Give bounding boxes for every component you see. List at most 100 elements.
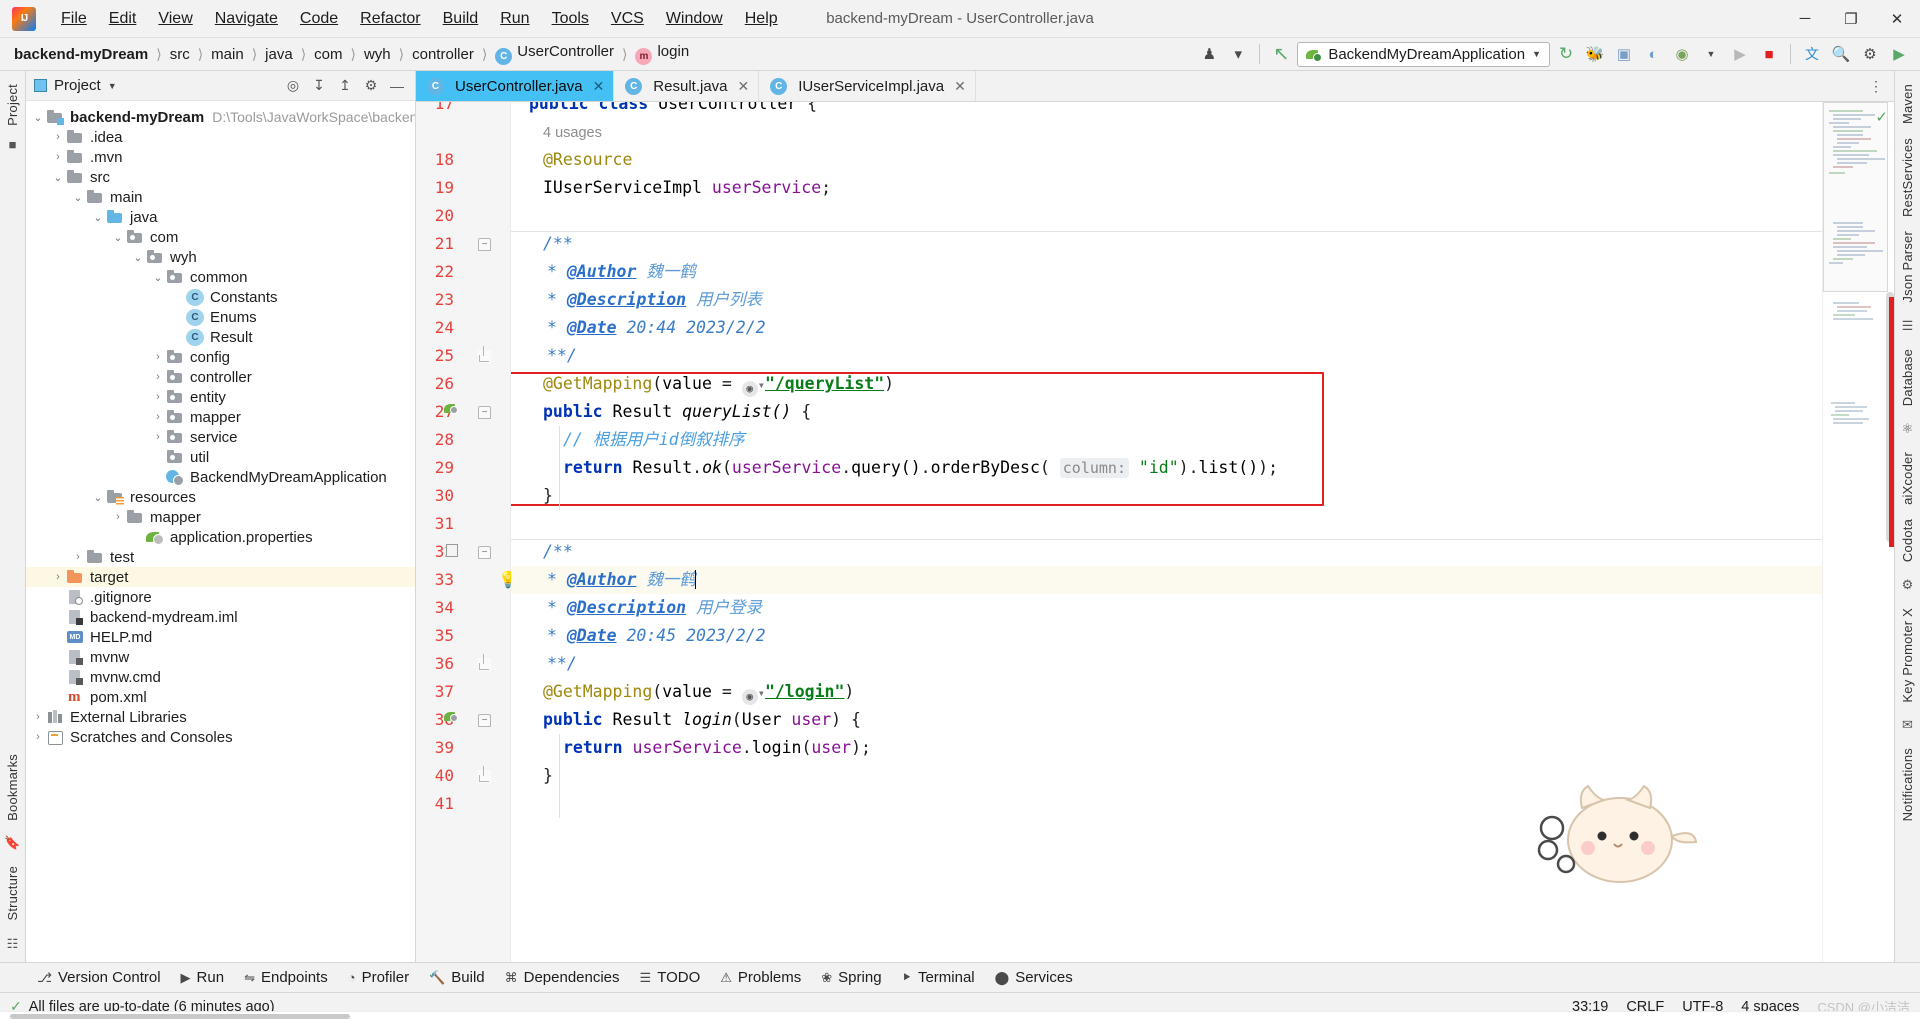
chevron-right-icon[interactable]: ›: [150, 451, 166, 463]
rail-button-json-parser[interactable]: Json Parser: [1900, 224, 1915, 310]
chevron-down-icon[interactable]: ⌄: [90, 491, 106, 504]
tab-iuserserviceimpl[interactable]: C IUserServiceImpl.java ✕: [759, 71, 976, 101]
tree-node[interactable]: › entity: [26, 387, 415, 407]
chevron-right-icon[interactable]: ›: [150, 351, 166, 363]
fold-end-icon[interactable]: [478, 654, 491, 671]
line-number[interactable]: 40: [416, 762, 454, 790]
rail-button-bookmarks[interactable]: Bookmarks: [5, 747, 20, 828]
chevron-right-icon[interactable]: ›: [50, 571, 66, 583]
code-line[interactable]: 4 usages: [543, 118, 602, 146]
tree-node[interactable]: › HELP.md: [26, 627, 415, 647]
tool-spring[interactable]: ❀ Spring: [812, 966, 890, 989]
tool-run[interactable]: ▶ Run: [172, 966, 234, 989]
menu-navigate[interactable]: Navigate: [204, 5, 289, 33]
menu-window[interactable]: Window: [655, 5, 734, 33]
tree-node[interactable]: › backend-mydream.iml: [26, 607, 415, 627]
rerun-icon[interactable]: ↻: [1553, 41, 1579, 67]
chevron-right-icon[interactable]: ›: [170, 291, 186, 303]
settings-icon[interactable]: ⚙: [1857, 41, 1883, 67]
spring-endpoint-gutter-icon[interactable]: [444, 403, 458, 418]
tool-endpoints[interactable]: ⇋ Endpoints: [235, 966, 337, 989]
fold-end-icon[interactable]: [478, 766, 491, 783]
line-number[interactable]: 30: [416, 482, 454, 510]
chevron-down-icon[interactable]: ▾: [1225, 41, 1251, 67]
breadcrumb-item-wyh[interactable]: wyh: [360, 44, 395, 65]
line-number[interactable]: 24: [416, 314, 454, 342]
rail-button-notifications[interactable]: Notifications: [1900, 741, 1915, 828]
tree-node[interactable]: › controller: [26, 367, 415, 387]
tree-node[interactable]: › mvnw.cmd: [26, 667, 415, 687]
code-line[interactable]: public Result queryList() {: [543, 398, 811, 426]
tree-node[interactable]: ›C Constants: [26, 287, 415, 307]
tree-node[interactable]: › mvnw: [26, 647, 415, 667]
chevron-right-icon[interactable]: ›: [50, 151, 66, 163]
code-line[interactable]: /**: [543, 538, 573, 566]
line-number[interactable]: 34: [416, 594, 454, 622]
project-horizontal-scrollbar[interactable]: [0, 1011, 1920, 1020]
chevron-right-icon[interactable]: ›: [50, 671, 66, 683]
chevron-right-icon[interactable]: ›: [150, 411, 166, 423]
code-line[interactable]: @Resource: [543, 146, 632, 174]
rail-button-restservices[interactable]: RestServices: [1900, 131, 1915, 224]
menu-file[interactable]: File: [50, 5, 98, 33]
line-number[interactable]: 39: [416, 734, 454, 762]
tree-node[interactable]: › config: [26, 347, 415, 367]
chevron-right-icon[interactable]: ›: [30, 711, 46, 723]
code-line[interactable]: public Result login(User user) {: [543, 706, 861, 734]
menu-help[interactable]: Help: [734, 5, 789, 33]
tree-node[interactable]: › test: [26, 547, 415, 567]
rail-button-codota[interactable]: Codota: [1900, 512, 1915, 569]
tool-build[interactable]: 🔨 Build: [420, 966, 494, 989]
line-number[interactable]: 18: [416, 146, 454, 174]
breadcrumb-item-method[interactable]: m login: [631, 41, 693, 67]
breadcrumb-item-src[interactable]: src: [166, 44, 194, 65]
chevron-right-icon[interactable]: ›: [150, 371, 166, 383]
tool-services[interactable]: ⬤ Services: [986, 966, 1082, 989]
tree-node[interactable]: › pom.xml: [26, 687, 415, 707]
code-line[interactable]: **/: [547, 342, 577, 370]
tree-node[interactable]: › External Libraries: [26, 707, 415, 727]
profiler-icon[interactable]: ◐: [1640, 41, 1666, 67]
tree-node[interactable]: ⌄ resources: [26, 487, 415, 507]
code-line[interactable]: * @Date 20:45 2023/2/2: [547, 622, 766, 650]
line-number[interactable]: 29: [416, 454, 454, 482]
tree-node[interactable]: › mapper: [26, 507, 415, 527]
minimap-viewport[interactable]: [1823, 102, 1888, 292]
close-icon[interactable]: ✕: [593, 78, 605, 95]
tree-node[interactable]: › util: [26, 447, 415, 467]
code-line[interactable]: public class UserController {: [529, 102, 817, 118]
line-number[interactable]: 22: [416, 258, 454, 286]
tab-result[interactable]: C Result.java ✕: [614, 71, 760, 101]
tree-node[interactable]: ›C Enums: [26, 307, 415, 327]
chevron-down-icon[interactable]: ⌄: [30, 111, 46, 124]
chevron-down-icon[interactable]: ▼: [1698, 41, 1724, 67]
run-configuration-selector[interactable]: BackendMyDreamApplication ▼: [1297, 41, 1550, 67]
line-number[interactable]: 31: [416, 510, 454, 538]
ide-sync-icon[interactable]: ▶: [1886, 41, 1912, 67]
minimize-button[interactable]: ─: [1782, 0, 1828, 38]
changed-lines-gutter-icon[interactable]: [446, 544, 458, 560]
close-icon[interactable]: ✕: [738, 78, 750, 95]
menu-refactor[interactable]: Refactor: [349, 5, 431, 33]
tree-node[interactable]: › application.properties: [26, 527, 415, 547]
fold-collapse-icon[interactable]: −: [478, 238, 491, 251]
chevron-right-icon[interactable]: ›: [130, 531, 146, 543]
code-line[interactable]: **/: [547, 650, 577, 678]
collapse-all-icon[interactable]: ↥: [333, 74, 357, 98]
tree-node[interactable]: › .idea: [26, 127, 415, 147]
line-number[interactable]: 28: [416, 426, 454, 454]
chevron-right-icon[interactable]: ›: [150, 431, 166, 443]
code-line[interactable]: @GetMapping(value = ◉ ▾"/queryList"): [543, 370, 894, 398]
code-line[interactable]: /**: [543, 230, 573, 258]
tree-node[interactable]: › .gitignore: [26, 587, 415, 607]
run-with-coverage-icon[interactable]: ▣: [1611, 41, 1637, 67]
expand-all-icon[interactable]: ↧: [307, 74, 331, 98]
rail-button-maven[interactable]: Maven: [1900, 77, 1915, 131]
chevron-right-icon[interactable]: ›: [150, 471, 166, 483]
line-number[interactable]: 23: [416, 286, 454, 314]
tree-node[interactable]: ⌄ wyh: [26, 247, 415, 267]
tree-node[interactable]: ⌄ src: [26, 167, 415, 187]
tree-node[interactable]: ⌄ main: [26, 187, 415, 207]
chevron-right-icon[interactable]: ›: [50, 611, 66, 623]
menu-edit[interactable]: Edit: [98, 5, 148, 33]
